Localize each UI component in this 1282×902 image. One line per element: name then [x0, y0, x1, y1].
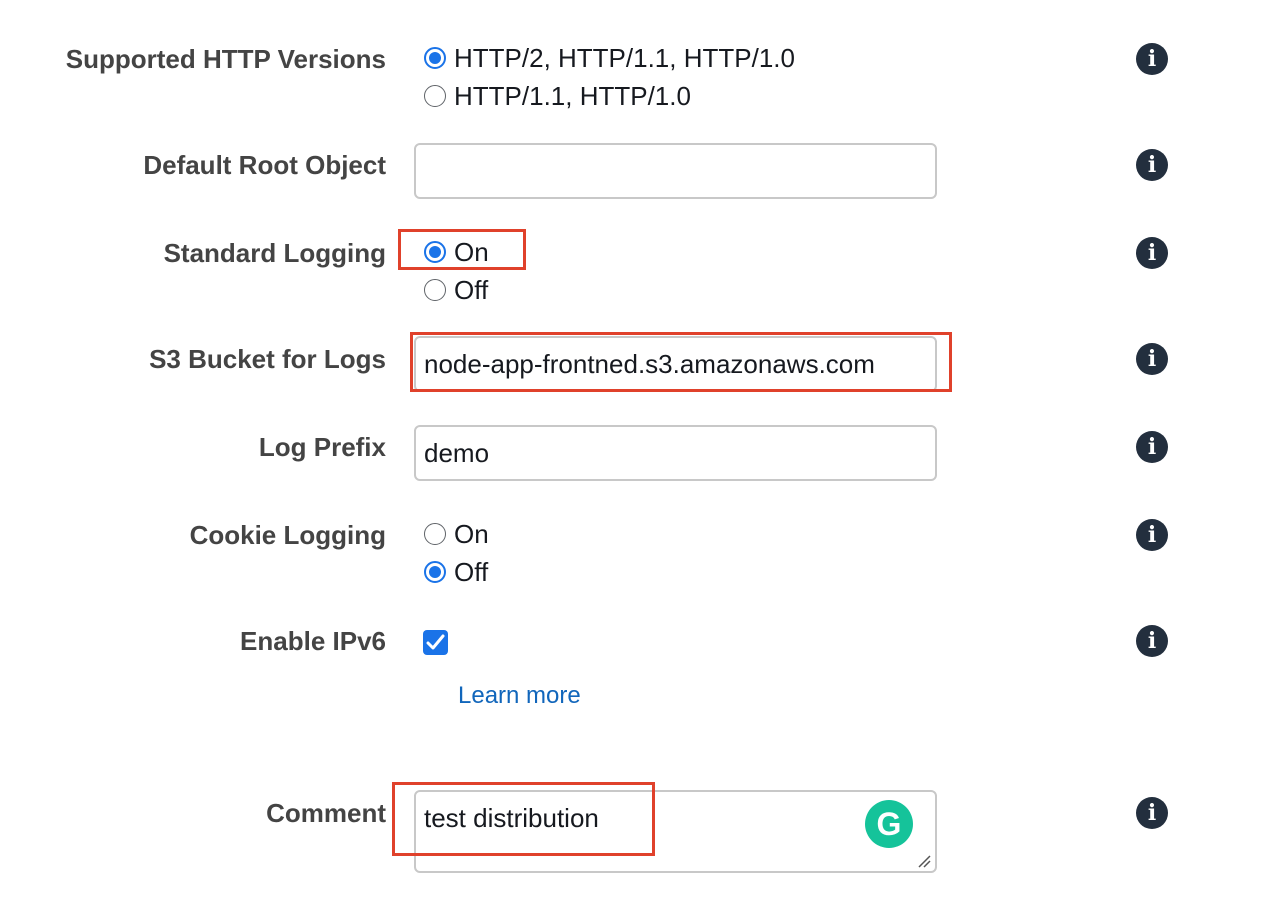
- info-icon[interactable]: i: [1136, 625, 1168, 657]
- resize-handle-icon[interactable]: [917, 854, 931, 868]
- s3-bucket-label: S3 Bucket for Logs: [149, 344, 386, 374]
- info-icon[interactable]: i: [1136, 43, 1168, 75]
- enable-ipv6-label: Enable IPv6: [240, 626, 386, 656]
- standard-logging-label: Standard Logging: [163, 238, 386, 268]
- enable-ipv6-checkbox[interactable]: [423, 630, 448, 655]
- radio-selected-icon[interactable]: [424, 47, 446, 69]
- info-icon[interactable]: i: [1136, 343, 1168, 375]
- info-icon[interactable]: i: [1136, 797, 1168, 829]
- radio-unselected-icon[interactable]: [424, 85, 446, 107]
- radio-label: On: [454, 236, 489, 267]
- checkmark-icon: [426, 634, 445, 650]
- radio-label: On: [454, 518, 489, 549]
- info-icon[interactable]: i: [1136, 237, 1168, 269]
- http-version-option-http2[interactable]: HTTP/2, HTTP/1.1, HTTP/1.0: [424, 41, 795, 75]
- grammarly-icon[interactable]: G: [865, 800, 913, 848]
- log-prefix-label: Log Prefix: [258, 432, 386, 462]
- cookie-logging-option-on[interactable]: On: [424, 517, 489, 551]
- default-root-object-label: Default Root Object: [143, 150, 386, 180]
- info-icon[interactable]: i: [1136, 431, 1168, 463]
- radio-selected-icon[interactable]: [424, 561, 446, 583]
- standard-logging-option-on[interactable]: On: [424, 235, 489, 269]
- supported-http-versions-label: Supported HTTP Versions: [65, 44, 386, 74]
- info-icon[interactable]: i: [1136, 519, 1168, 551]
- radio-label: HTTP/2, HTTP/1.1, HTTP/1.0: [454, 42, 795, 73]
- comment-textarea[interactable]: test distribution: [414, 790, 937, 873]
- learn-more-link[interactable]: Learn more: [458, 682, 581, 710]
- http-version-option-http11[interactable]: HTTP/1.1, HTTP/1.0: [424, 79, 691, 113]
- comment-label: Comment: [266, 798, 386, 828]
- cookie-logging-option-off[interactable]: Off: [424, 555, 488, 589]
- default-root-object-input[interactable]: [414, 143, 937, 199]
- log-prefix-input[interactable]: [414, 425, 937, 481]
- s3-bucket-input[interactable]: [414, 336, 937, 392]
- radio-label: Off: [454, 274, 489, 305]
- radio-selected-icon[interactable]: [424, 241, 446, 263]
- cookie-logging-label: Cookie Logging: [189, 520, 386, 550]
- standard-logging-option-off[interactable]: Off: [424, 273, 488, 307]
- radio-label: HTTP/1.1, HTTP/1.0: [454, 80, 691, 111]
- info-icon[interactable]: i: [1136, 149, 1168, 181]
- radio-unselected-icon[interactable]: [424, 279, 446, 301]
- radio-label: Off: [454, 556, 489, 587]
- radio-unselected-icon[interactable]: [424, 523, 446, 545]
